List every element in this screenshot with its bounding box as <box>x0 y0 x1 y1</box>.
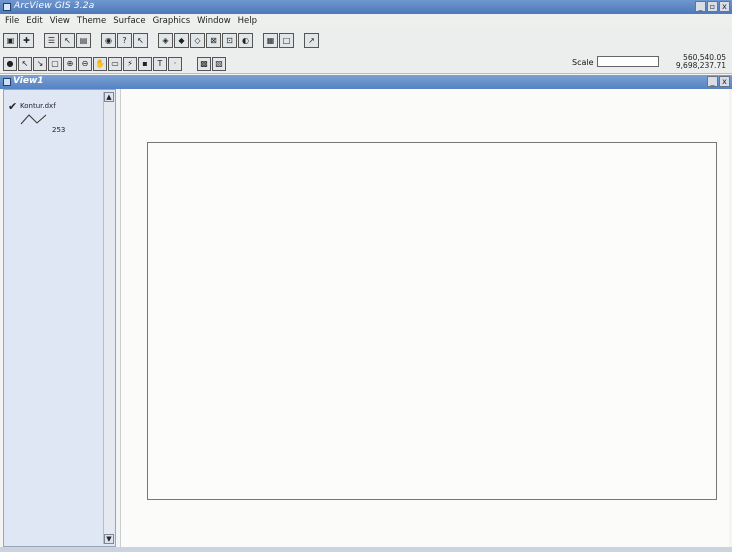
draw-polygon-icon[interactable]: ▧ <box>212 56 226 71</box>
menu-edit[interactable]: Edit <box>26 16 42 26</box>
pan-icon[interactable]: ✋ <box>93 56 107 71</box>
menu-help[interactable]: Help <box>238 16 257 26</box>
edit-legend-icon[interactable]: ↖ <box>60 33 75 48</box>
find-icon[interactable]: ◉ <box>101 33 116 48</box>
zoom-selected-icon[interactable]: ◇ <box>190 33 205 48</box>
menu-window[interactable]: Window <box>197 16 231 26</box>
app-window-controls: _ ▫ x <box>695 1 730 12</box>
view-icon <box>3 78 11 86</box>
pointer-icon[interactable]: ↖ <box>18 56 32 71</box>
measure-icon[interactable]: ▭ <box>108 56 122 71</box>
zoom-previous-icon[interactable]: ◐ <box>238 33 253 48</box>
scroll-down-button[interactable]: ▼ <box>104 534 114 544</box>
view-window-controls: _ x <box>707 76 730 87</box>
draw-point-icon[interactable]: · <box>168 56 182 71</box>
open-table-icon[interactable]: ▤ <box>76 33 91 48</box>
app-title: ArcView GIS 3.2a <box>14 1 95 11</box>
layout-icon[interactable]: ▦ <box>263 33 278 48</box>
vertex-edit-icon[interactable]: ↘ <box>33 56 47 71</box>
coordinate-readout: 560,540.05 9,698,237.71 <box>676 54 726 70</box>
view-title: View1 <box>13 76 44 86</box>
coord-y: 9,698,237.71 <box>675 61 726 70</box>
menu-theme[interactable]: Theme <box>77 16 106 26</box>
status-bar <box>0 547 732 552</box>
menu-file[interactable]: File <box>5 16 19 26</box>
table-of-contents: ✔ Kontur.dxf 253 ▲ ▼ <box>3 89 116 547</box>
legend-value: 253 <box>52 126 66 134</box>
zoom-out-fixed-icon[interactable]: ⊡ <box>222 33 237 48</box>
label-icon[interactable]: ▪ <box>138 56 152 71</box>
text-icon[interactable]: T <box>153 56 167 71</box>
map-display[interactable] <box>120 89 729 547</box>
visibility-check-icon[interactable]: ✔ <box>8 100 17 113</box>
zoom-active-icon[interactable]: ◆ <box>174 33 189 48</box>
hotlink-icon[interactable]: ⚡ <box>123 56 137 71</box>
select-features-icon[interactable]: ↖ <box>133 33 148 48</box>
button-bar: ▣ ✚ ☰ ↖ ▤ ◉ ? ↖ ◈ ◆ ◇ ⊠ ⊡ ◐ ▦ □ ↗ <box>0 27 732 54</box>
zoom-out-icon[interactable]: ⊖ <box>78 56 92 71</box>
close-button[interactable]: x <box>719 1 730 12</box>
menu-view[interactable]: View <box>50 16 70 26</box>
menu-surface[interactable]: Surface <box>113 16 145 26</box>
zoom-in-fixed-icon[interactable]: ⊠ <box>206 33 221 48</box>
map-extent-frame <box>147 142 717 500</box>
app-titlebar[interactable]: ArcView GIS 3.2a _ ▫ x <box>0 0 732 14</box>
theme-name: Kontur.dxf <box>20 102 56 110</box>
zoom-in-icon[interactable]: ⊕ <box>63 56 77 71</box>
select-feature-icon[interactable]: ▢ <box>48 56 62 71</box>
theme-entry[interactable]: ✔ Kontur.dxf 253 <box>8 100 94 140</box>
minimize-button[interactable]: _ <box>695 1 706 12</box>
query-builder-icon[interactable]: ? <box>117 33 132 48</box>
zoom-full-icon[interactable]: ◈ <box>158 33 173 48</box>
theme-properties-icon[interactable]: ☰ <box>44 33 59 48</box>
line-legend-icon <box>20 114 47 125</box>
view-minimize-button[interactable]: _ <box>707 76 718 87</box>
save-icon[interactable]: ▣ <box>3 33 18 48</box>
menu-graphics[interactable]: Graphics <box>153 16 191 26</box>
restore-button[interactable]: ▫ <box>707 1 718 12</box>
view-titlebar[interactable]: View1 _ x <box>0 75 732 89</box>
drawing-icon[interactable]: □ <box>279 33 294 48</box>
view-close-button[interactable]: x <box>719 76 730 87</box>
menubar: File Edit View Theme Surface Graphics Wi… <box>0 14 732 27</box>
app-icon <box>3 3 11 11</box>
help-icon[interactable]: ↗ <box>304 33 319 48</box>
add-theme-icon[interactable]: ✚ <box>19 33 34 48</box>
scroll-up-button[interactable]: ▲ <box>104 92 114 102</box>
toc-scrollbar[interactable]: ▲ ▼ <box>103 92 114 544</box>
identify-icon[interactable]: ● <box>3 56 17 71</box>
scale-input[interactable] <box>597 56 659 67</box>
snap-icon[interactable]: ▩ <box>197 56 211 71</box>
